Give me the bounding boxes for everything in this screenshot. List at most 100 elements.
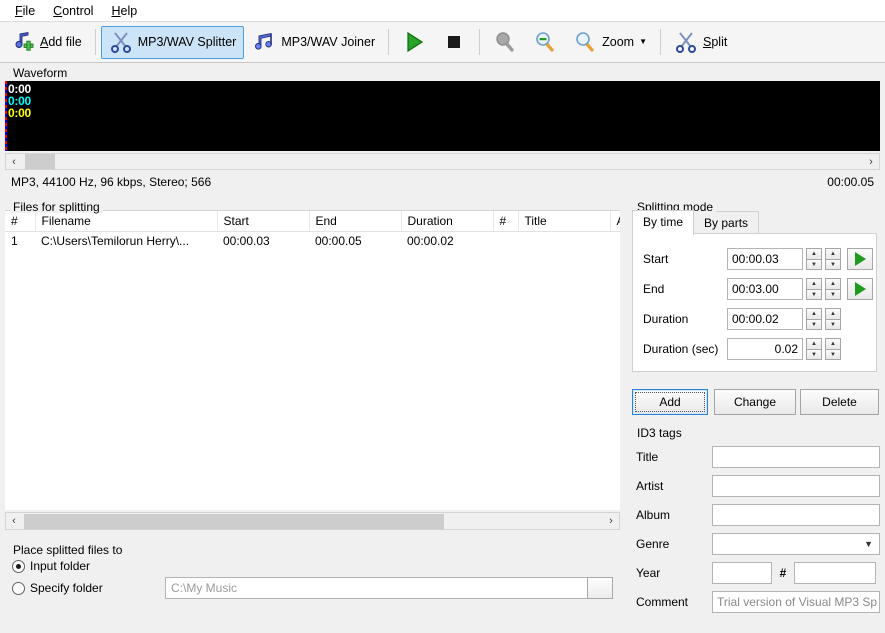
end-spinner-2[interactable]: ▲ ▼ [825,278,841,300]
spin-up-icon[interactable]: ▲ [806,338,822,349]
change-button[interactable]: Change [714,389,796,415]
id3-title-label: Title [636,450,659,464]
delete-button[interactable]: Delete [800,389,879,415]
cell-title [518,232,610,251]
zoom-in-button[interactable]: Zoom ▼ [565,26,655,59]
duration-spinner-1[interactable]: ▲ ▼ [806,308,822,330]
menu-item-file[interactable]: File [6,2,44,20]
folder-path-placeholder: C:\My Music [171,581,237,595]
files-scroll-track[interactable] [22,513,603,529]
chevron-down-icon[interactable]: ▼ [639,38,647,46]
radio-input-folder-marker[interactable] [12,559,25,573]
id3-genre-select[interactable]: ▼ [712,533,880,555]
tab-by-time[interactable]: By time [632,210,695,235]
folder-path-input[interactable]: C:\My Music [165,577,591,599]
play-button[interactable] [394,26,434,59]
id3-artist-input[interactable] [712,475,880,497]
scroll-left-icon[interactable]: ‹ [6,154,22,169]
files-horizontal-scrollbar[interactable]: ‹ › [5,512,620,530]
menu-item-control[interactable]: Control [44,2,102,20]
preview-end-button[interactable] [847,278,873,300]
duration-input[interactable]: 00:00.02 [727,308,803,330]
id3-track-number-input[interactable] [794,562,876,584]
add-file-button[interactable]: Add file [3,26,90,59]
tab-mp3-wav-splitter[interactable]: MP3/WAV Splitter [100,25,245,59]
waveform-time-yellow: 0:00 [8,106,31,120]
browse-folder-button[interactable] [587,577,613,599]
spin-down-icon[interactable]: ▼ [825,349,841,360]
preview-start-button[interactable] [847,248,873,270]
cell-index: 1 [11,234,18,249]
spin-down-icon[interactable]: ▼ [806,349,822,360]
spin-down-icon[interactable]: ▼ [825,289,841,300]
spin-down-icon[interactable]: ▼ [806,319,822,330]
toolbar-separator-4 [660,29,661,55]
col-header-end[interactable]: End [309,211,402,232]
scroll-right-icon[interactable]: › [863,154,879,169]
col-header-title[interactable]: Title [518,211,611,232]
col-header-duration[interactable]: Duration [401,211,494,232]
audio-format-info: MP3, 44100 Hz, 96 kbps, Stereo; 566 [11,175,212,189]
zoom-reset-button[interactable] [485,26,525,59]
waveform-scroll-track[interactable] [22,154,863,169]
col-header-artist[interactable]: Artis [610,211,620,232]
spin-down-icon[interactable]: ▼ [825,319,841,330]
col-header-index[interactable]: # [5,211,36,232]
spin-up-icon[interactable]: ▲ [825,338,841,349]
id3-title-input[interactable] [712,446,880,468]
radio-specify-folder[interactable]: Specify folder [12,581,103,595]
waveform-scroll-thumb[interactable] [25,154,55,169]
zoom-out-button[interactable] [525,26,565,59]
spin-up-icon[interactable]: ▲ [806,308,822,319]
scroll-left-icon[interactable]: ‹ [6,514,22,529]
id3-year-input[interactable] [712,562,772,584]
spin-down-icon[interactable]: ▼ [806,259,822,270]
col-header-start[interactable]: Start [217,211,310,232]
radio-input-folder[interactable]: Input folder [12,559,90,573]
end-spinner-1[interactable]: ▲ ▼ [806,278,822,300]
chevron-down-icon: ▼ [864,539,873,549]
radio-specify-folder-marker[interactable] [12,581,25,595]
id3-comment-input[interactable]: Trial version of Visual MP3 Sp [712,591,880,613]
id3-genre-row: Genre ▼ [636,533,880,555]
waveform-scrollbar[interactable]: ‹ › [5,153,880,170]
play-icon [854,282,866,296]
waveform-canvas[interactable]: 0:00 0:00 0:00 [5,81,880,151]
id3-album-input[interactable] [712,504,880,526]
start-spinner-1[interactable]: ▲ ▼ [806,248,822,270]
stop-button[interactable] [434,26,474,59]
spin-up-icon[interactable]: ▲ [825,308,841,319]
files-table[interactable]: # Filename Start End Duration # Title Ar… [5,210,620,510]
field-duration-sec: Duration (sec) 0.02 ▲ ▼ ▲ ▼ [643,338,841,360]
spin-up-icon[interactable]: ▲ [825,278,841,289]
spin-up-icon[interactable]: ▲ [806,248,822,259]
playhead-marker[interactable] [5,81,7,151]
cell-artist [610,232,620,251]
col-header-filename[interactable]: Filename [35,211,218,232]
duration-sec-spinner-2[interactable]: ▲ ▼ [825,338,841,360]
menu-help-rest: elp [120,3,138,18]
col-header-track[interactable]: # [493,211,519,232]
tab-mp3-wav-joiner[interactable]: MP3/WAV Joiner [244,26,383,59]
tab-by-parts[interactable]: By parts [693,211,760,235]
place-splitted-files-group: Place splitted files to Input folder Spe… [4,544,621,629]
files-scroll-thumb[interactable] [24,513,444,529]
split-button[interactable]: Split [666,26,735,59]
duration-spinner-2[interactable]: ▲ ▼ [825,308,841,330]
audio-status-bar: MP3, 44100 Hz, 96 kbps, Stereo; 566 00:0… [5,172,880,192]
duration-sec-spinner-1[interactable]: ▲ ▼ [806,338,822,360]
waveform-title: Waveform [10,67,71,79]
spin-down-icon[interactable]: ▼ [806,289,822,300]
add-button[interactable]: Add [632,389,708,415]
end-input[interactable]: 00:03.00 [727,278,803,300]
duration-sec-input[interactable]: 0.02 [727,338,803,360]
spin-down-icon[interactable]: ▼ [825,259,841,270]
menu-item-help[interactable]: Help [102,2,146,20]
start-input[interactable]: 00:00.03 [727,248,803,270]
files-for-splitting-group: Files for splitting # Filename Start End… [4,201,621,538]
spin-up-icon[interactable]: ▲ [825,248,841,259]
spin-up-icon[interactable]: ▲ [806,278,822,289]
table-row[interactable]: 1 C:\Users\Temilorun Herry\... 00:00.03 … [5,232,620,251]
scroll-right-icon[interactable]: › [603,514,619,529]
start-spinner-2[interactable]: ▲ ▼ [825,248,841,270]
